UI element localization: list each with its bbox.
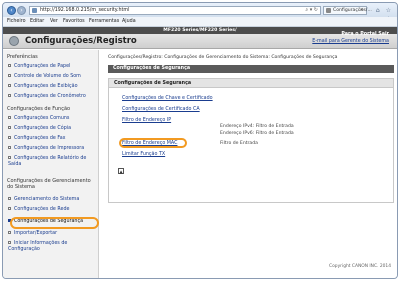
sidebar-item-fax[interactable]: Configurações de Fax — [8, 136, 66, 142]
bullet-icon — [8, 116, 11, 119]
bullet-icon — [8, 136, 11, 139]
menu-favorites[interactable]: Favoritos — [63, 17, 85, 27]
mac-filter-desc: Filtro de Entrada — [220, 141, 258, 146]
bullet-icon — [8, 84, 11, 87]
bullet-icon — [8, 64, 11, 67]
sidebar-header-preferences: Preferências — [7, 54, 38, 60]
settings-panel: Configurações de Segurança Configurações… — [108, 78, 394, 203]
key-cert-link[interactable]: Configurações de Chave e Certificado — [122, 96, 213, 102]
page-title: Configurações/Registro — [25, 36, 137, 46]
sidebar-item-report[interactable]: Configurações de Relatório de Saída — [8, 156, 94, 168]
address-bar[interactable]: http://192.168.0.215/m_security.html ⌕ ▾… — [29, 6, 321, 15]
menu-file[interactable]: Ficheiro — [7, 17, 26, 27]
tab-icon — [326, 8, 331, 13]
url-text: http://192.168.0.215/m_security.html — [40, 8, 130, 13]
ipv4-filter-desc: Endereço IPv4: Filtro de Entrada — [220, 124, 294, 129]
sidebar-item-network[interactable]: Configurações de Rede — [8, 207, 69, 213]
model-name: MF220 Series/MF220 Series/ — [163, 28, 237, 33]
sidebar-item-timer[interactable]: Configurações de Cronômetro — [8, 94, 86, 100]
sidebar-item-import-export[interactable]: Importar/Exportar — [8, 231, 57, 237]
sidebar-item-sound[interactable]: Controle de Volume do Som — [8, 74, 81, 80]
bullet-icon — [8, 156, 11, 159]
browser-window: ‹ › http://192.168.0.215/m_security.html… — [2, 2, 398, 279]
section-title: Configurações de Segurança — [113, 66, 191, 71]
menu-edit[interactable]: Editar — [30, 17, 44, 27]
ca-cert-link[interactable]: Configurações de Certificado CA — [122, 107, 200, 113]
sidebar-item-copy[interactable]: Configurações de Cópia — [8, 126, 71, 132]
sidebar-item-printer[interactable]: Configurações de Impressora — [8, 146, 84, 152]
panel-title: Configurações de Segurança — [114, 81, 192, 86]
menu-view[interactable]: Ver — [50, 17, 58, 27]
page-top-icon[interactable]: ▲ — [118, 168, 124, 174]
breadcrumb: Configurações/Registro: Configurações de… — [108, 55, 338, 60]
section-title-bar: Configurações de Segurança — [108, 65, 394, 73]
menu-tools[interactable]: Ferramentas — [89, 17, 119, 27]
bullet-icon — [8, 126, 11, 129]
forward-button[interactable]: › — [17, 6, 26, 15]
sidebar-item-init[interactable]: Iniciar Informações de Configuração — [8, 241, 94, 253]
ip-filter-link[interactable]: Filtro de Endereço IP — [122, 118, 171, 124]
model-bar: MF220 Series/MF220 Series/ — [3, 27, 397, 34]
page-icon — [32, 8, 37, 13]
address-tools-icon[interactable]: ⌕ ▾ ↻ — [305, 7, 318, 14]
sidebar-item-system[interactable]: Gerenciamento do Sistema — [8, 197, 79, 203]
mac-filter-highlight-callout — [119, 138, 187, 148]
bullet-icon — [8, 94, 11, 97]
sidebar-item-common[interactable]: Configurações Comuns — [8, 116, 69, 122]
sidebar-item-paper[interactable]: Configurações de Papel — [8, 64, 70, 70]
menu-help[interactable]: Ajuda — [122, 17, 136, 27]
address-toolbar: ‹ › http://192.168.0.215/m_security.html… — [3, 3, 397, 23]
bullet-icon — [8, 241, 11, 244]
email-admin-link[interactable]: E-mail para Gerente do Sistema — [312, 34, 389, 49]
sidebar-highlight-callout — [10, 217, 99, 229]
panel-header: Configurações de Segurança — [109, 79, 393, 88]
browser-tab[interactable]: Configurações/... × — [323, 6, 372, 15]
bullet-icon — [8, 207, 11, 210]
back-button[interactable]: ‹ — [7, 6, 16, 15]
browser-icons[interactable]: ⌂ ☆ ⚙ — [365, 6, 393, 23]
bullet-icon — [8, 231, 11, 234]
bullet-icon — [8, 74, 11, 77]
title-bar: Configurações/Registro Para o Portal Sai… — [3, 32, 397, 49]
tx-limit-link[interactable]: Limitar Função TX — [122, 152, 165, 158]
sidebar: Preferências Configurações de Papel Cont… — [3, 50, 99, 278]
sidebar-header-functions: Configurações de Função — [7, 106, 71, 112]
bullet-icon — [8, 146, 11, 149]
close-tab-icon[interactable]: × — [360, 7, 364, 14]
sidebar-header-management: Configurações de Gerenciamento do Sistem… — [7, 178, 91, 190]
menu-bar: Ficheiro Editar Ver Favoritos Ferramenta… — [3, 17, 397, 27]
bullet-icon — [8, 197, 11, 200]
main-panel: Configurações/Registro: Configurações de… — [104, 50, 396, 278]
sidebar-item-display[interactable]: Configurações de Exibição — [8, 84, 78, 90]
page-content: MF220 Series/MF220 Series/ Configurações… — [3, 27, 397, 278]
ipv6-filter-desc: Endereço IPv6: Filtro de Entrada — [220, 131, 294, 136]
copyright: Copyright CANON INC. 2014 — [329, 264, 391, 269]
settings-icon — [9, 36, 19, 46]
